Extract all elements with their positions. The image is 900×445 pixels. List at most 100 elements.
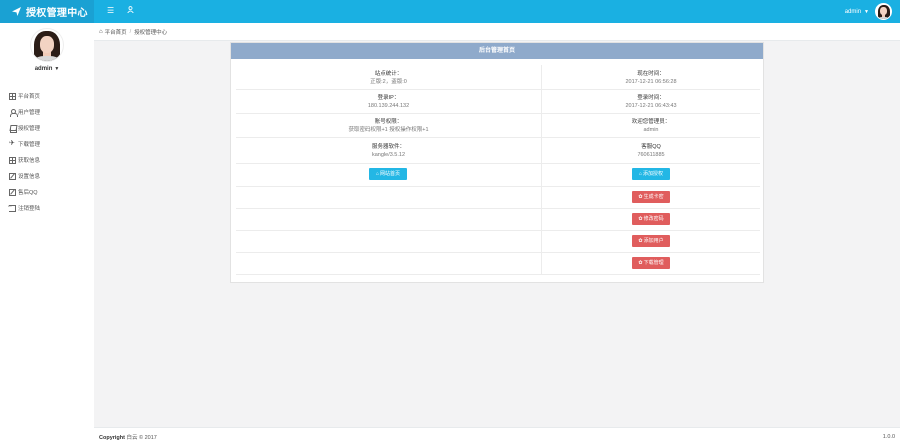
sidebar-item-downloads[interactable]: 下载管理 xyxy=(0,136,94,152)
stat-label: 客服QQ xyxy=(641,144,661,150)
stat-login-time: 登录时间： 2017-12-21 06:43:43 xyxy=(541,94,761,110)
edit-icon xyxy=(9,188,16,196)
caret-down-icon: ▼ xyxy=(864,8,869,15)
exit-icon xyxy=(7,203,16,212)
sidebar-item-users[interactable]: 用户管理 xyxy=(0,104,94,120)
button-label: 生成卡密 xyxy=(643,194,664,200)
brand[interactable]: 授权管理中心 xyxy=(0,0,94,23)
user-icon xyxy=(9,108,18,117)
stat-admin-welcome: 欢迎您管理员： admin xyxy=(541,118,761,134)
change-password-button[interactable]: ✿修改密码 xyxy=(632,213,670,225)
breadcrumb-home[interactable]: 平台首页 xyxy=(105,28,127,36)
sidebar-username: admin xyxy=(34,66,53,72)
stat-current-time: 现在时间： 2017-12-21 06:56:28 xyxy=(541,70,761,86)
gear-icon: ✿ xyxy=(638,260,643,266)
site-home-button[interactable]: ⌂网站首页 xyxy=(369,168,407,180)
grid-icon xyxy=(9,156,16,164)
stat-label: 欢迎您管理员： xyxy=(631,119,671,125)
stat-value: 2017-12-21 06:43:43 xyxy=(625,103,677,109)
button-label: 网站首页 xyxy=(380,171,401,177)
row-divider xyxy=(236,230,760,231)
panel-title: 后台管理首页 xyxy=(231,43,763,59)
sidebar-item-settings[interactable]: 设置信息 xyxy=(0,168,94,184)
add-user-button[interactable]: ✿添加用户 xyxy=(632,235,670,247)
sidebar: admin▼ 平台首页 用户管理 授权管理 下载管理 获取信息 设置信息 售后Q… xyxy=(0,23,94,445)
hamburger-icon[interactable]: ☰ xyxy=(107,6,114,15)
gear-icon: ✿ xyxy=(638,216,643,222)
button-label: 添加用户 xyxy=(643,238,664,244)
row-divider xyxy=(236,252,760,253)
sidebar-item-label: 获取信息 xyxy=(18,158,41,164)
sidebar-item-label: 注销登陆 xyxy=(18,206,41,212)
sidebar-item-info[interactable]: 获取信息 xyxy=(0,152,94,168)
sidebar-item-home[interactable]: 平台首页 xyxy=(0,88,94,104)
sidebar-item-label: 平台首页 xyxy=(18,94,41,100)
stat-server-software: 服务器软件： kangle/3.5.12 xyxy=(236,143,541,159)
avatar xyxy=(875,3,892,20)
grid-icon xyxy=(9,92,16,100)
row-divider xyxy=(236,186,760,187)
stat-value: 获取密码权限+1 授权操作权限+1 xyxy=(348,127,429,133)
user-icon[interactable] xyxy=(127,6,134,15)
top-username: admin xyxy=(844,8,862,15)
gear-icon: ✿ xyxy=(638,194,643,200)
sidebar-item-label: 用户管理 xyxy=(18,110,41,116)
home-icon: ⌂ xyxy=(99,28,103,35)
sidebar-user-dropdown[interactable]: admin ▼ xyxy=(0,66,94,72)
sidebar-item-license[interactable]: 授权管理 xyxy=(0,120,94,136)
copyright-text: 白云 © 2017 xyxy=(126,434,157,441)
breadcrumb: ⌂ 平台首页 / 授权管理中心 xyxy=(94,23,900,41)
rocket-icon xyxy=(9,139,16,148)
sidebar-item-label: 授权管理 xyxy=(18,126,41,132)
paper-plane-icon xyxy=(12,7,21,16)
layers-icon xyxy=(9,125,17,133)
caret-down-icon: ▼ xyxy=(54,66,60,72)
stat-label: 登录IP： xyxy=(377,95,400,101)
stat-support-qq: 客服QQ 760611885 xyxy=(541,143,761,159)
copyright: Copyright 白云 © 2017 xyxy=(99,433,157,441)
sidebar-item-support-qq[interactable]: 售后QQ xyxy=(0,184,94,200)
edit-icon xyxy=(9,172,16,180)
stat-value: 760611885 xyxy=(637,152,665,158)
gear-icon: ✿ xyxy=(638,238,643,244)
sidebar-item-label: 设置信息 xyxy=(18,174,41,180)
row-divider xyxy=(236,89,760,90)
dashboard-panel: 后台管理首页 站点统计： 正版:2，盗版:0 现在时间： 2017-12-21 … xyxy=(230,42,764,283)
brand-title: 授权管理中心 xyxy=(26,8,88,19)
add-license-button[interactable]: ⌂添加授权 xyxy=(632,168,670,180)
button-label: 修改密码 xyxy=(643,216,664,222)
generate-card-key-button[interactable]: ✿生成卡密 xyxy=(632,191,670,203)
row-divider xyxy=(236,208,760,209)
top-navbar: 授权管理中心 ☰ admin ▼ xyxy=(0,0,900,23)
stat-account-permissions: 账号权限： 获取密码权限+1 授权操作权限+1 xyxy=(236,118,541,134)
stat-value: 180.139.244.132 xyxy=(367,103,410,109)
breadcrumb-current: 授权管理中心 xyxy=(134,29,168,36)
stat-label: 登录时间： xyxy=(637,95,665,101)
version-label: 1.0.0 xyxy=(882,433,895,440)
row-divider xyxy=(236,163,760,164)
button-label: 下载管理 xyxy=(643,260,664,266)
breadcrumb-separator: / xyxy=(129,28,132,35)
sidebar-item-label: 下载管理 xyxy=(18,142,41,148)
stat-site-count: 站点统计： 正版:2，盗版:0 xyxy=(236,70,541,86)
stat-value: 2017-12-21 06:56:28 xyxy=(625,79,677,85)
stat-value: 正版:2，盗版:0 xyxy=(370,79,407,85)
copyright-label: Copyright xyxy=(99,434,125,441)
sidebar-menu: 平台首页 用户管理 授权管理 下载管理 获取信息 设置信息 售后QQ 注销登陆 xyxy=(0,88,94,216)
stat-label: 服务器软件： xyxy=(371,144,405,150)
footer: Copyright 白云 © 2017 1.0.0 xyxy=(94,427,900,445)
stat-value: kangle/3.5.12 xyxy=(371,152,406,158)
stat-value: admin xyxy=(643,127,659,133)
row-divider xyxy=(236,274,760,275)
row-divider xyxy=(236,113,760,114)
row-divider xyxy=(236,137,760,138)
home-icon: ⌂ xyxy=(375,171,379,177)
button-label: 添加授权 xyxy=(643,171,664,177)
user-dropdown[interactable]: admin ▼ xyxy=(845,3,892,20)
sidebar-item-logout[interactable]: 注销登陆 xyxy=(0,200,94,216)
stat-label: 账号权限： xyxy=(374,119,403,125)
stat-label: 现在时间： xyxy=(637,71,665,77)
download-manage-button[interactable]: ✿下载管理 xyxy=(632,257,670,269)
sidebar-avatar xyxy=(30,28,64,62)
home-icon: ⌂ xyxy=(638,171,642,177)
